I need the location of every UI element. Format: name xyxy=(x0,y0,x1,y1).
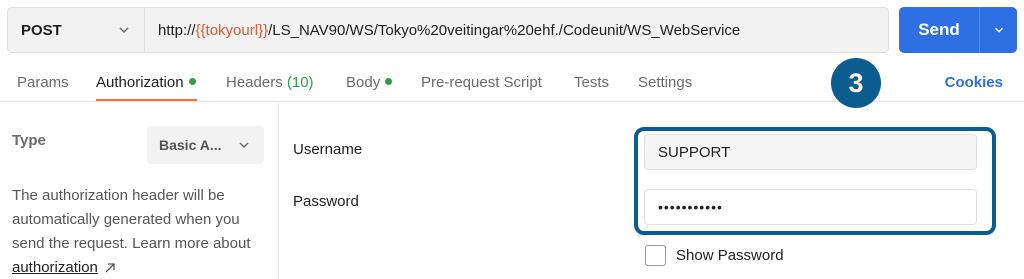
tab-body[interactable]: Body xyxy=(346,74,393,91)
chevron-down-icon xyxy=(994,27,1003,33)
tab-headers[interactable]: Headers (10) xyxy=(226,74,314,91)
url-input[interactable]: http://{{tokyourl}}/LS_NAV90/WS/Tokyo%20… xyxy=(144,7,889,53)
send-options-button[interactable] xyxy=(980,23,1017,37)
chevron-down-icon xyxy=(119,27,129,34)
auth-type-label: Type xyxy=(12,132,46,149)
panel-divider xyxy=(278,103,279,279)
callout-badge: 3 xyxy=(831,58,881,108)
method-label: POST xyxy=(21,21,62,39)
url-suffix: /LS_NAV90/WS/Tokyo%20veitingar%20ehf./Co… xyxy=(268,21,741,39)
auth-type-select[interactable]: Basic A... xyxy=(147,126,264,164)
authorization-indicator xyxy=(188,77,196,85)
credentials-highlight xyxy=(634,127,996,235)
url-variable: {{tokyourl}} xyxy=(195,21,269,39)
password-label: Password xyxy=(293,193,359,210)
tab-pre-request-script[interactable]: Pre-request Script xyxy=(421,74,542,91)
active-tab-underline xyxy=(96,99,197,101)
external-link-icon xyxy=(105,263,115,273)
method-select[interactable]: POST xyxy=(7,7,144,53)
show-password-checkbox[interactable] xyxy=(645,245,666,266)
tab-tests[interactable]: Tests xyxy=(574,74,609,91)
auth-type-value: Basic A... xyxy=(159,137,222,153)
auth-description-text: The authorization header will be automat… xyxy=(12,187,251,252)
tab-params[interactable]: Params xyxy=(17,74,69,91)
url-prefix: http:// xyxy=(158,21,196,39)
username-label: Username xyxy=(293,141,363,158)
headers-count: (10) xyxy=(286,74,314,91)
tab-settings[interactable]: Settings xyxy=(638,74,692,91)
send-button-group[interactable]: Send xyxy=(899,7,1017,53)
show-password-label[interactable]: Show Password xyxy=(676,247,784,264)
authorization-link[interactable]: authorization xyxy=(12,259,98,276)
send-button[interactable]: Send xyxy=(899,20,979,40)
cookies-link[interactable]: Cookies xyxy=(945,74,1003,91)
body-indicator xyxy=(385,77,393,85)
chevron-down-icon xyxy=(239,142,249,149)
auth-description: The authorization header will be automat… xyxy=(12,184,267,279)
tab-authorization[interactable]: Authorization xyxy=(96,74,196,91)
